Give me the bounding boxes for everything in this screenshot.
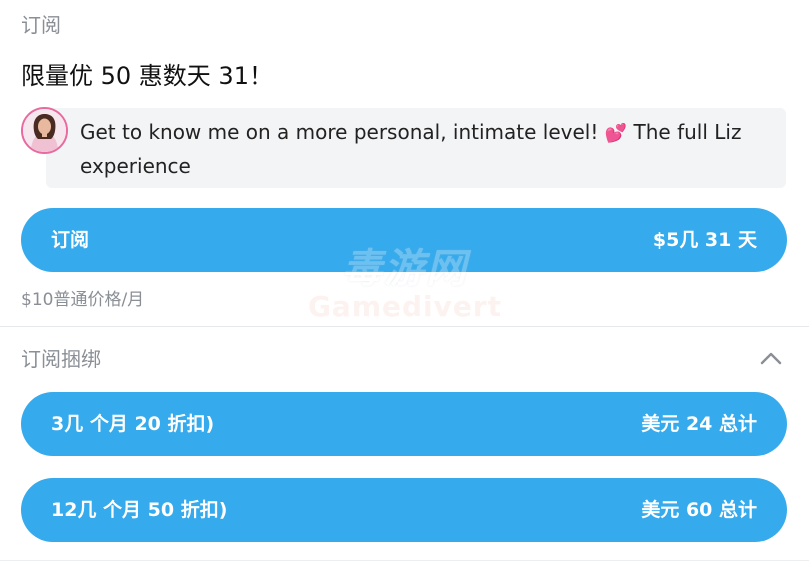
creator-avatar[interactable] [21,107,68,154]
regular-price-note: $10普通价格/月 [21,290,145,310]
bundle-total: 美元 60 总计 [641,499,757,521]
two-hearts-icon: 💕 [604,123,628,144]
creator-message: Get to know me on a more personal, intim… [80,116,770,182]
promo-title: 限量优 50 惠数天 31！ [21,62,273,90]
chevron-up-icon[interactable] [758,348,784,370]
bottom-divider [0,560,809,561]
subscription-section-title: 订阅 [21,13,61,37]
bundle-label: 3几 个月 20 折扣) [51,413,215,435]
bundle-label: 12几 个月 50 折扣) [51,499,228,521]
bundles-section-title: 订阅捆绑 [21,347,101,371]
bundle-12-months-button[interactable]: 12几 个月 50 折扣) 美元 60 总计 [21,478,787,542]
creator-message-text: Get to know me on a more personal, intim… [80,120,605,144]
subscribe-button-label: 订阅 [51,229,90,251]
bundle-total: 美元 24 总计 [641,413,757,435]
avatar-portrait-icon [23,109,66,152]
section-divider [0,326,809,327]
subscribe-button-price: $5几 31 天 [652,229,757,251]
subscribe-button[interactable]: 订阅 $5几 31 天 [21,208,787,272]
bundle-3-months-button[interactable]: 3几 个月 20 折扣) 美元 24 总计 [21,392,787,456]
watermark-brand-text: Gamedivert [307,290,503,323]
